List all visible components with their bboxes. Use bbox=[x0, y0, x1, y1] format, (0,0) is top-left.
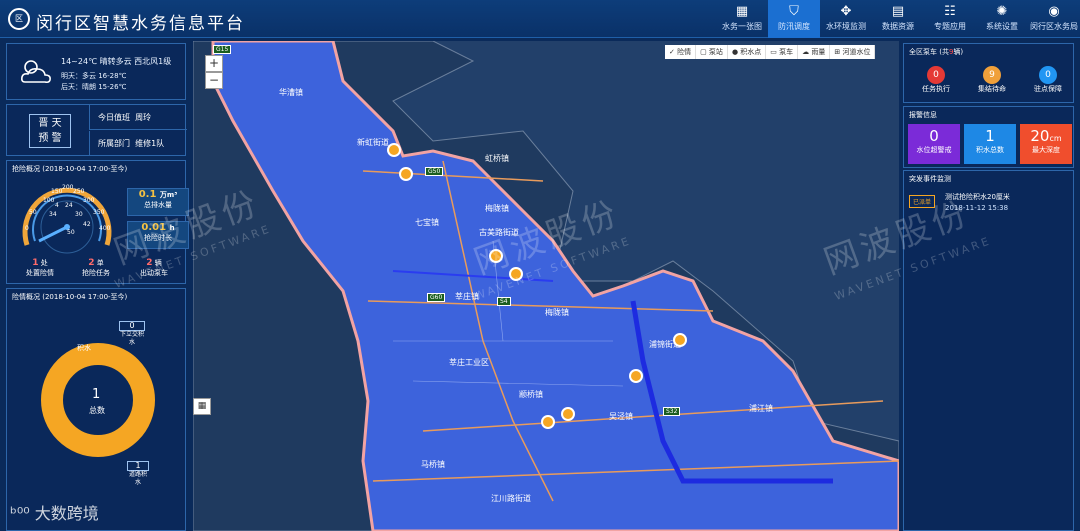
legend-rainfall[interactable]: ☁ 雨量 bbox=[798, 45, 831, 59]
gauge-tick: 250 bbox=[73, 188, 85, 195]
map-label: 颛桥镇 bbox=[519, 390, 543, 399]
pump-title: 全区泵车 (共9辆) bbox=[909, 48, 964, 56]
department-row: 所属部门 维修1队 bbox=[89, 131, 187, 156]
map-label: 华漕镇 bbox=[279, 88, 303, 97]
pump-truck-marker[interactable] bbox=[629, 369, 643, 383]
map-label: 马桥镇 bbox=[421, 460, 445, 469]
gauge-tick: 30 bbox=[75, 211, 83, 218]
pump-truck-marker[interactable] bbox=[561, 407, 575, 421]
danger-panel: 险情概况 (2018-10-04 17:00-至今) 1 总数 积水 0 下立交积… bbox=[6, 288, 186, 531]
map-label: 新虹街道 bbox=[357, 138, 389, 147]
grid-toggle-button[interactable]: ▦ bbox=[193, 398, 211, 415]
nav-water-monitor[interactable]: ✥ 水环境监测 bbox=[820, 0, 872, 38]
map-icon: ▦ bbox=[735, 4, 749, 19]
map-label: 吴泾镇 bbox=[609, 412, 633, 421]
district-map[interactable]: + − ▦ ✓ 险情 ▢ 泵站 ● 积水点 ▭ 泵车 ☁ 雨量 ⊞ 河道水位 华… bbox=[193, 41, 899, 531]
nav-topics[interactable]: ☷ 专题应用 bbox=[924, 0, 976, 38]
donut-label: 总数 bbox=[89, 406, 105, 415]
legend-danger[interactable]: ✓ 险情 bbox=[665, 45, 697, 59]
gauge-tick: 50 bbox=[29, 209, 37, 216]
top-bar: 区 闵行区智慧水务信息平台 ▦ 水务一张图 ⛉ 防汛调度 ✥ 水环境监测 ▤ 数据资源 … bbox=[0, 0, 1080, 38]
app-title: 闵行区智慧水务信息平台 bbox=[36, 14, 245, 34]
danger-title: 险情概况 (2018-10-04 17:00-至今) bbox=[12, 293, 128, 301]
pump-panel: 全区泵车 (共9辆) 0 任务执行 9 集结待命 0 驻点保障 bbox=[903, 43, 1074, 103]
gauge-tick: 34 bbox=[49, 211, 57, 218]
legend-river-level[interactable]: ⊞ 河道水位 bbox=[830, 45, 876, 59]
gauge-tick: 4 bbox=[55, 202, 59, 209]
alarm-water-total: 1 积水总数 bbox=[964, 124, 1016, 164]
gauge-tick: 0 bbox=[25, 225, 29, 232]
grid-icon: ☷ bbox=[944, 4, 956, 19]
gauge-tick: 50 bbox=[67, 229, 75, 236]
gauge-tick: 24 bbox=[65, 202, 73, 209]
underpass-label: 0 下立交积水 bbox=[119, 321, 145, 346]
gauge-tick: 200 bbox=[62, 184, 74, 191]
donut-name: 积水 bbox=[77, 344, 91, 352]
warning-badge: 晋 天预 警 bbox=[29, 114, 71, 148]
alarm-water-level: 0 水位超警戒 bbox=[908, 124, 960, 164]
road-sign: G60 bbox=[427, 293, 446, 302]
nav-settings[interactable]: ✺ 系统设置 bbox=[976, 0, 1028, 38]
alarm-title: 报警信息 bbox=[909, 111, 937, 119]
footer-watermark: ᵇ⁰⁰ 大数跨境 bbox=[10, 504, 99, 523]
road-sign: G50 bbox=[425, 167, 444, 176]
legend-pump-truck[interactable]: ▭ 泵车 bbox=[766, 45, 799, 59]
nav-user[interactable]: ◉ 闵行区水务局 bbox=[1028, 0, 1080, 38]
map-label: 浦江镇 bbox=[749, 404, 773, 413]
legend-water-point[interactable]: ● 积水点 bbox=[728, 45, 767, 59]
gauge-tick: 42 bbox=[83, 221, 91, 228]
weather-today: 14~24℃ 晴转多云 西北风1级 bbox=[61, 57, 172, 66]
map-label: 虹桥镇 bbox=[485, 154, 509, 163]
map-label: 莘庄工业区 bbox=[449, 358, 489, 367]
pump-truck-marker[interactable] bbox=[387, 143, 401, 157]
duty-panel: 晋 天预 警 今日值班 周玲 所属部门 维修1队 bbox=[6, 104, 187, 156]
pump-standby: 9 集结待命 bbox=[966, 66, 1018, 94]
footer-logo-icon: ᵇ⁰⁰ bbox=[10, 504, 35, 523]
monitor-icon: ✥ bbox=[840, 4, 852, 19]
gauge-tick: 300 bbox=[83, 197, 95, 204]
gauge-tick: 100 bbox=[43, 197, 55, 204]
main-nav: ▦ 水务一张图 ⛉ 防汛调度 ✥ 水环境监测 ▤ 数据资源 ☷ 专题应用 ✺ 系统设置 ◉ 闵… bbox=[716, 0, 1080, 38]
pump-executing: 0 任务执行 bbox=[910, 66, 962, 94]
weather-panel: 14~24℃ 晴转多云 西北风1级 明天：多云 16-28℃ 后天：晴朗 15-… bbox=[6, 43, 186, 100]
zoom-out-button[interactable]: − bbox=[205, 72, 223, 89]
zoom-in-button[interactable]: + bbox=[205, 55, 223, 72]
pump-truck-marker[interactable] bbox=[673, 333, 687, 347]
map-label: 七宝镇 bbox=[415, 218, 439, 227]
pump-truck-marker[interactable] bbox=[399, 167, 413, 181]
app-logo: 区 bbox=[8, 8, 30, 30]
duty-row: 今日值班 周玲 bbox=[89, 105, 187, 130]
pump-truck-marker[interactable] bbox=[541, 415, 555, 429]
gear-icon: ✺ bbox=[996, 4, 1008, 19]
map-label: 梅陇镇 bbox=[545, 308, 569, 317]
map-label: 梅陇镇 bbox=[485, 204, 509, 213]
map-canvas bbox=[193, 41, 899, 531]
map-legend: ✓ 险情 ▢ 泵站 ● 积水点 ▭ 泵车 ☁ 雨量 ⊞ 河道水位 bbox=[665, 45, 876, 59]
database-icon: ▤ bbox=[891, 4, 905, 19]
pump-stationed: 0 驻点保障 bbox=[1022, 66, 1074, 94]
gauge-tick: 150 bbox=[51, 188, 63, 195]
map-label: 江川路街道 bbox=[491, 494, 531, 503]
shield-icon: ⛉ bbox=[789, 4, 799, 19]
weather-after: 后天：晴朗 15-26℃ bbox=[61, 83, 127, 91]
nav-data-resources[interactable]: ▤ 数据资源 bbox=[872, 0, 924, 38]
road-water-label: 1 道路积水 bbox=[127, 461, 149, 486]
event-title: 突发事件监测 bbox=[909, 175, 951, 183]
road-sign: G15 bbox=[213, 45, 232, 54]
nav-map[interactable]: ▦ 水务一张图 bbox=[716, 0, 768, 38]
road-sign: S32 bbox=[663, 407, 681, 416]
nav-flood-control[interactable]: ⛉ 防汛调度 bbox=[768, 0, 820, 38]
donut-total: 1 bbox=[92, 387, 101, 402]
user-icon: ◉ bbox=[1048, 4, 1060, 19]
weather-tomorrow: 明天：多云 16-28℃ bbox=[61, 72, 127, 80]
road-sign: S4 bbox=[497, 297, 511, 306]
gauge-tick: 350 bbox=[93, 209, 105, 216]
legend-pump-station[interactable]: ▢ 泵站 bbox=[696, 45, 728, 59]
alarm-max-depth: 20cm 最大深度 bbox=[1020, 124, 1072, 164]
count-tasks: 2 单抢险任务 bbox=[82, 258, 110, 277]
cloudy-sun-icon bbox=[21, 60, 51, 84]
count-incidents: 1 处处置险情 bbox=[26, 258, 54, 277]
